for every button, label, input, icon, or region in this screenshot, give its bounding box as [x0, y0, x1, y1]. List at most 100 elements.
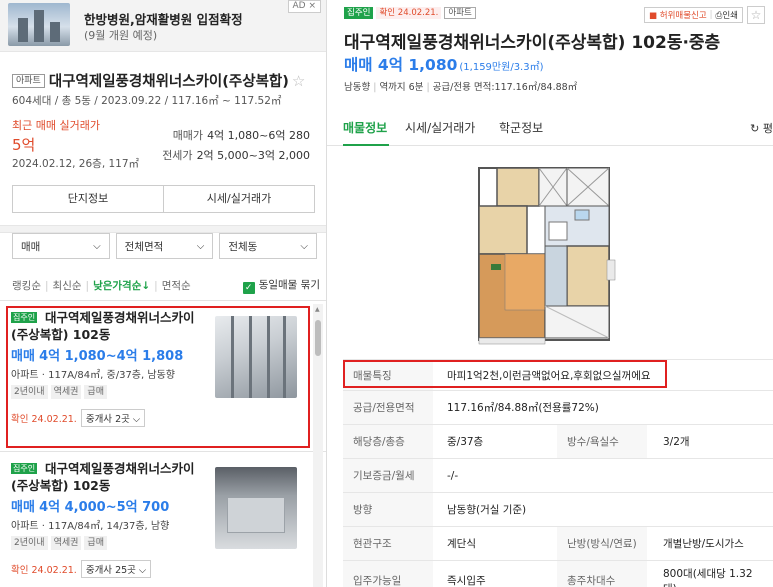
detail-station: 역까지 6분 [379, 82, 424, 93]
complex-type-tag: 아파트 [12, 73, 45, 88]
feature-highlight-box [343, 360, 667, 388]
spec-label: 총주차대수 [567, 575, 616, 587]
favorite-star-icon[interactable]: ☆ [747, 6, 765, 24]
listing-tag: 급매 [84, 536, 107, 550]
listing-spec: 아파트 · 117A/84㎡, 중/37층, 남동향 [11, 370, 175, 381]
listing-card[interactable]: 집주인 대구역제일풍경채위너스카이(주상복합) 102동 매매 4억 1,080… [6, 306, 310, 448]
spec-row-movein: 입주가능일 즉시입주 총주차대수 800대(세대당 1.32대) [343, 561, 773, 587]
trade-type-select[interactable]: 매매 ⌵ [12, 233, 110, 259]
chevron-down-icon: ⌵ [93, 240, 101, 252]
detail-price-per: (1,159만원/3.3㎡) [459, 62, 544, 73]
listing-tag: 역세권 [50, 536, 82, 550]
confirm-date: 확인 24.02.21. [11, 565, 77, 576]
app-root: 한방병원,암재활병원 입점확정 (9월 개원 예정) AD × 아파트대구역제일… [0, 0, 773, 587]
detail-price: 매매 4억 1,080 (1,159만원/3.3㎡) [344, 53, 544, 75]
broker-dropdown[interactable]: 중개사 25곳 ⌵ [80, 560, 152, 578]
print-button[interactable]: ⎙인쇄 [716, 9, 738, 21]
spec-label: 현관구조 [353, 538, 392, 550]
listing-tags: 2년이내 역세권 급매 [11, 536, 107, 550]
spec-value: 계단식 [447, 538, 476, 550]
listing-footer: 확인 24.02.21. 중개사 2곳 ⌵ [11, 409, 146, 427]
same-listing-merge-label: 동일매물 묶기 [258, 279, 320, 291]
sale-price-range: 매매가 4억 1,080~6억 280 [173, 127, 310, 143]
listing-price: 매매 4억 1,080~4억 1,808 [11, 345, 183, 364]
detail-panel: 집주인 확인 24.02.21. 아파트 ■ 허위매물신고 | ⎙인쇄 ☆ 대구… [327, 0, 773, 587]
report-false-listing-button[interactable]: ■ 허위매물신고 [649, 9, 707, 21]
spec-label: 난방(방식/연료) [567, 538, 637, 550]
list-divider [0, 300, 326, 301]
siren-icon: ■ [649, 11, 658, 21]
sale-price-value: 4억 1,080~6억 280 [207, 129, 310, 142]
spec-value: 중/37층 [447, 436, 484, 448]
listing-price-value: 4억 1,080~4억 1,808 [39, 349, 184, 364]
tab-school-info[interactable]: 학군정보 [499, 119, 543, 136]
spec-row-entrance: 현관구조 계단식 난방(방식/연료) 개별난방/도시가스 [343, 527, 773, 561]
tab-market-price[interactable]: 시세/실거래가 [405, 119, 475, 136]
ad-banner[interactable]: 한방병원,암재활병원 입점확정 (9월 개원 예정) AD × [0, 0, 326, 52]
owner-tag: 집주인 [344, 7, 374, 19]
property-type-tag: 아파트 [444, 7, 476, 19]
listing-thumbnail[interactable] [215, 467, 297, 549]
spec-row-deposit: 기보증금/월세 -/- [343, 459, 773, 493]
listing-price-type: 매매 [11, 349, 35, 364]
spec-label: 방향 [353, 504, 373, 516]
building-label: 전체동 [228, 240, 258, 253]
spec-value: 800대(세대당 1.32대) [663, 567, 753, 587]
favorite-star-icon[interactable]: ☆ [292, 72, 305, 90]
floor-plan-image[interactable] [457, 160, 617, 350]
spec-label: 입주가능일 [353, 575, 402, 587]
area-label: 전체면적 [124, 240, 164, 253]
scroll-up-icon[interactable]: ▲ [315, 306, 320, 313]
detail-tabs: 매물정보 시세/실거래가 학군정보 ↻ 평 [327, 112, 773, 146]
chevron-down-icon: ⌵ [196, 240, 205, 252]
listing-spec: 아파트 · 117A/84㎡, 14/37층, 남향 [11, 521, 170, 532]
scrollbar-thumb[interactable] [315, 320, 321, 356]
lease-price-label: 전세가 [162, 149, 193, 162]
sort-low-price[interactable]: 낮은가격순↓ [93, 280, 150, 292]
spec-row-area: 공급/전용면적 117.16㎡/84.88㎡(전용률72%) [343, 391, 773, 425]
spec-value: -/- [447, 469, 459, 482]
building-select[interactable]: 전체동 ⌵ [219, 233, 318, 259]
listing-tags: 2년이내 역세권 급매 [11, 385, 107, 399]
unit-toggle-button[interactable]: ↻ 평 [750, 120, 773, 136]
complex-info-button[interactable]: 단지정보 [13, 186, 163, 212]
same-listing-merge-toggle[interactable]: ✓ 동일매물 묶기 [242, 277, 320, 294]
confirm-date: 확인 24.02.21. [11, 414, 77, 425]
listing-thumbnail[interactable] [215, 316, 297, 398]
complex-info: 604세대 / 총 5동 / 2023.09.22 / 117.16㎡ ~ 11… [12, 95, 282, 107]
recent-trade-date: 2024.02.12, 26층, 117㎡ [12, 158, 140, 170]
listing-tag: 2년이내 [11, 385, 48, 399]
detail-price-value: 매매 4억 1,080 [344, 56, 458, 74]
spec-label: 해당층/총층 [353, 436, 405, 448]
detail-title: 대구역제일풍경채위너스카이(주상복합) 102동·중층 [344, 33, 721, 53]
spec-value: 즉시입주 [447, 575, 486, 587]
listing-title: 대구역제일풍경채위너스카이(주상복합) 102동 [11, 310, 195, 342]
lease-price-value: 2억 5,000~3억 2,000 [196, 149, 310, 162]
checkbox-checked-icon[interactable]: ✓ [242, 282, 255, 294]
filter-bar: 매매 ⌵ 전체면적 ⌵ 전체동 ⌵ [12, 233, 318, 259]
tab-listing-info[interactable]: 매물정보 [343, 119, 387, 136]
sort-latest[interactable]: 최신순 [53, 280, 82, 292]
recent-trade-label: 최근 매매 실거래가 [12, 119, 100, 132]
detail-meta: 남동향 | 역까지 6분 | 공급/전용 면적:117.16㎡/84.88㎡ [344, 82, 578, 93]
listing-footer: 확인 24.02.21. 중개사 25곳 ⌵ [11, 560, 152, 578]
area-select[interactable]: 전체면적 ⌵ [115, 233, 214, 259]
chevron-down-icon: ⌵ [300, 240, 309, 252]
spec-row-feature: 매물특징 마피1억2천,이런금액없어요,후회없으실꺼에요 [343, 359, 773, 391]
sort-area[interactable]: 면적순 [162, 280, 191, 292]
complex-name[interactable]: 대구역제일풍경채위너스카이(주상복합) [49, 74, 289, 90]
sale-price-label: 매매가 [172, 129, 204, 142]
sort-ranking[interactable]: 랭킹순 [12, 280, 41, 292]
detail-area: 공급/전용 면적:117.16㎡/84.88㎡ [432, 82, 578, 93]
list-scrollbar[interactable]: ▲ [313, 304, 323, 587]
banner-title: 한방병원,암재활병원 입점확정 [84, 12, 243, 27]
listing-title: 대구역제일풍경채위너스카이(주상복합) 102동 [11, 461, 195, 493]
listing-card[interactable]: 집주인 대구역제일풍경채위너스카이(주상복합) 102동 매매 4억 4,000… [8, 459, 308, 587]
broker-dropdown[interactable]: 중개사 2곳 ⌵ [80, 409, 146, 427]
spec-value: 남동향(거실 기준) [447, 504, 527, 516]
market-price-button[interactable]: 시세/실거래가 [163, 186, 314, 212]
trade-type-label: 매매 [21, 240, 41, 253]
listing-price: 매매 4억 4,000~5억 700 [11, 496, 169, 515]
complex-buttons: 단지정보 시세/실거래가 [12, 185, 315, 213]
ad-close-badge[interactable]: AD × [287, 0, 321, 13]
